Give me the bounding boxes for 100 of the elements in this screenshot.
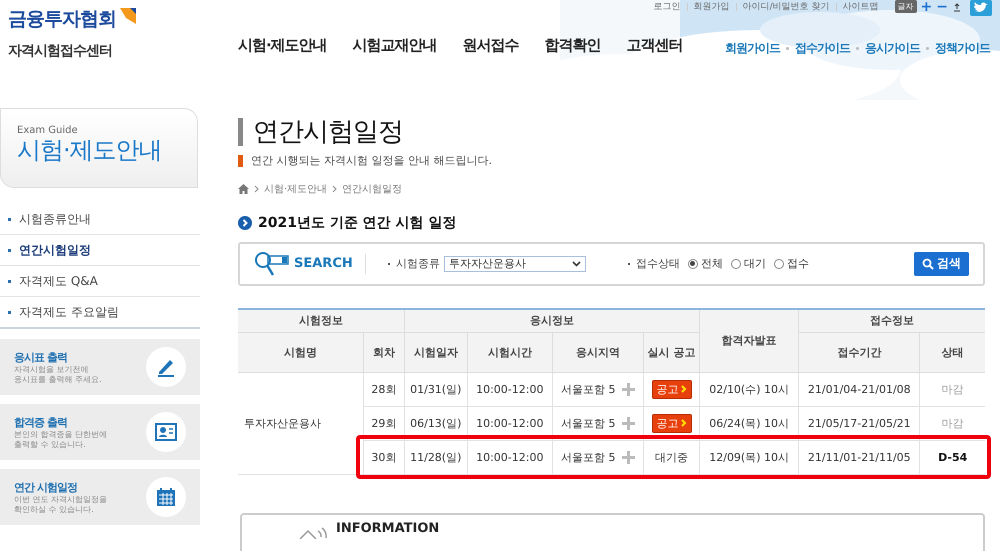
table-cell: 29회 (364, 406, 404, 440)
breadcrumb-link[interactable]: 시험·제도안내 (264, 182, 328, 196)
bullet-icon (8, 218, 11, 220)
font-size-label: 글자 (894, 0, 917, 13)
column-header: 응시정보 (404, 308, 700, 332)
nav-link[interactable]: 시험교재안내 (352, 36, 437, 55)
column-header: 시험정보 (238, 308, 404, 332)
chevron-circle-icon (238, 216, 252, 230)
subtitle-marker (238, 154, 243, 166)
bird-icon[interactable] (970, 0, 992, 16)
shortcut-card[interactable]: 합격증 출력 본인의 합격증을 단한번에 출력할 수 있습니다. (0, 404, 200, 460)
table-cell: 01/31(일) (404, 372, 468, 406)
table-cell: 서울포함 5 (561, 416, 616, 431)
table-cell: 06/13(일) (404, 406, 468, 440)
table-cell: 30회 (364, 440, 404, 474)
chevron-icon (332, 185, 338, 193)
logo[interactable]: 금융투자협회 (8, 6, 136, 32)
utility-link[interactable]: 로그인 (654, 0, 681, 13)
title-bar (238, 118, 243, 146)
breadcrumb-link[interactable]: 연간시험일정 (342, 182, 402, 196)
sidebar-item[interactable]: 자격제도 Q&A (0, 265, 200, 296)
table-cell: 10:00-12:00 (467, 440, 552, 474)
chevron-icon (680, 419, 687, 428)
search-icon (922, 258, 934, 270)
radio-button[interactable] (730, 258, 741, 269)
radio-button[interactable] (774, 258, 784, 269)
guide-link[interactable]: 회원가이드 (725, 40, 780, 57)
nav-link[interactable]: 고객센터 (626, 36, 683, 55)
nav-link[interactable]: 합격확인 (544, 36, 601, 55)
sidebar-item[interactable]: 연간시험일정 (0, 234, 200, 265)
column-header: 접수기간 (798, 332, 920, 372)
table-cell: 투자자산운용사 (238, 372, 364, 474)
table-cell: 21/05/17-21/05/21 (798, 406, 920, 440)
logo-subtitle: 자격시험접수센터 (8, 42, 113, 60)
table-cell: 06/24(목) 10시 (700, 406, 799, 440)
radio-button[interactable] (688, 258, 698, 269)
guide-link[interactable]: 접수가이드 (795, 40, 850, 57)
plus-icon[interactable] (622, 382, 635, 396)
search-icon (254, 250, 290, 277)
utility-link[interactable]: 아이디/비밀번호 찾기 (742, 0, 830, 13)
utility-link[interactable]: 사이트맵 (842, 0, 879, 13)
font-size-button[interactable]: − (936, 0, 948, 12)
column-header: 회차 (364, 332, 404, 372)
exam-type-dropdown[interactable]: 투자자산운용사 (444, 256, 586, 272)
radio-label: 접수 (786, 256, 809, 272)
radio-label: 대기 (744, 256, 766, 272)
column-header: 시험시간 (467, 332, 552, 372)
radio-label: 전체 (700, 256, 723, 272)
sidebar-item[interactable]: 자격제도 주요알림 (0, 296, 200, 327)
search-label: SEARCH (294, 256, 353, 272)
shortcut-card[interactable]: 연간 시험일정 이번 연도 자격시험일정을 확인하실 수 있습니다. (0, 469, 200, 525)
shortcut-card[interactable]: 응시표 출력 자격시험을 보기전에 응시표를 출력해 주세요. (0, 339, 200, 395)
calendar-icon (156, 487, 176, 507)
table-cell: 12/09(목) 10시 (700, 440, 799, 474)
nav-link[interactable]: 원서접수 (462, 36, 519, 55)
home-icon[interactable] (238, 184, 249, 194)
bullet-icon (8, 248, 11, 252)
column-header: 시험명 (238, 332, 364, 372)
column-header: 합격자발표 (700, 308, 799, 372)
shortcut-description: 자격시험을 보기전에 응시표를 출력해 주세요. (14, 364, 102, 384)
plus-icon[interactable] (622, 450, 635, 464)
notice-button[interactable]: 공고 (652, 414, 692, 433)
reset-icon[interactable] (952, 2, 962, 12)
search-button[interactable]: 검색 (914, 252, 969, 276)
utility-link[interactable]: 회원가입 (694, 0, 730, 13)
signal-icon (298, 524, 328, 539)
column-header: 접수정보 (798, 308, 985, 332)
column-header: 실시 공고 (644, 332, 700, 372)
id-card-icon (155, 422, 177, 442)
column-header: 응시지역 (552, 332, 644, 372)
sidebar-item[interactable]: 시험종류안내 (0, 204, 200, 234)
table-cell: 10:00-12:00 (467, 372, 552, 406)
column-header: 시험일자 (404, 332, 468, 372)
shortcut-title: 연간 시험일정 (14, 480, 78, 494)
shortcut-title: 응시표 출력 (14, 350, 68, 364)
table-cell: 21/11/01-21/11/05 (798, 440, 920, 474)
information-title: INFORMATION (336, 520, 440, 536)
table-cell: 서울포함 5 (561, 450, 616, 465)
table-cell: 02/10(수) 10시 (700, 372, 799, 406)
plus-icon[interactable] (622, 416, 635, 430)
section-title: 2021년도 기준 연간 시험 일정 (258, 214, 456, 232)
banner-heading: 시험·제도안내 (17, 136, 163, 164)
chevron-icon (254, 185, 259, 193)
nav-link[interactable]: 시험·제도안내 (238, 36, 327, 55)
shortcut-description: 본인의 합격증을 단한번에 출력할 수 있습니다. (14, 430, 108, 450)
table-cell: 대기중 (644, 440, 700, 474)
caret-icon (572, 260, 581, 267)
table-cell: 28회 (364, 372, 404, 406)
table-cell: 21/01/04-21/01/08 (798, 372, 920, 406)
table-cell: 11/28(일) (404, 440, 468, 474)
bullet-icon (8, 310, 11, 314)
notice-button[interactable]: 공고 (652, 380, 692, 399)
chevron-icon (680, 385, 687, 394)
banner-caption: Exam Guide (17, 125, 79, 136)
guide-link[interactable]: 응시가이드 (865, 40, 920, 57)
shortcut-title: 합격증 출력 (14, 414, 68, 430)
column-header: 상태 (920, 332, 985, 372)
shortcut-description: 이번 연도 자격시험일정을 확인하실 수 있습니다. (14, 494, 108, 514)
guide-link[interactable]: 정책가이드 (935, 40, 990, 57)
font-size-button[interactable]: + (920, 0, 932, 12)
